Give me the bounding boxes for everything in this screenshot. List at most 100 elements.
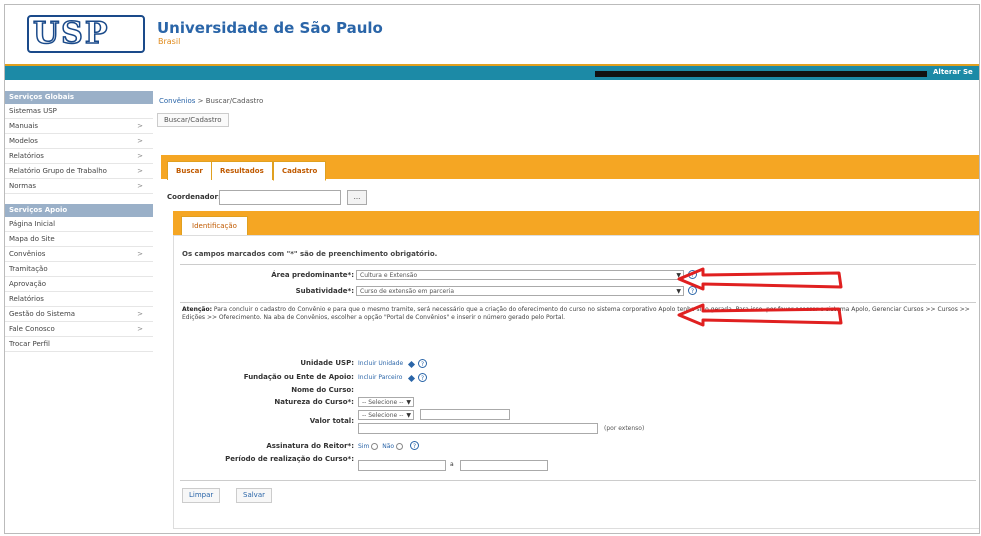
tab-buscar[interactable]: Buscar bbox=[167, 161, 212, 180]
red-arrow-shape bbox=[677, 267, 843, 291]
sidebar-item[interactable]: Normas > bbox=[5, 179, 153, 194]
salvar-button[interactable]: Salvar bbox=[236, 488, 272, 503]
sim-radio[interactable] bbox=[371, 443, 379, 450]
sidebar-item-label: Manuais bbox=[9, 122, 39, 130]
coordenador-label: Coordenador: bbox=[167, 193, 221, 201]
sidebar-item[interactable]: Sistemas USP bbox=[5, 104, 153, 119]
sidebar-item-label: Relatórios bbox=[9, 152, 44, 160]
sidebar-item[interactable]: Página Inicial bbox=[5, 217, 153, 232]
browser-frame: USP Universidade de São Paulo Brasil Alt… bbox=[4, 4, 980, 534]
sidebar: Serviços Globais Sistemas USP Manuais > Mod… bbox=[5, 91, 153, 352]
red-arrow-annotation bbox=[677, 267, 843, 291]
divider bbox=[180, 480, 976, 481]
redacted-bar bbox=[595, 71, 927, 77]
sidebar-item-label: Relatório Grupo de Trabalho bbox=[9, 167, 107, 175]
tab-bar: Buscar Resultados Cadastro bbox=[161, 155, 979, 181]
subatividade-select[interactable]: Curso de extensão em parceria ▼ bbox=[356, 286, 684, 296]
sidebar-section-header: Serviços Apoio bbox=[5, 204, 153, 217]
chevron-right-icon: > bbox=[137, 310, 143, 318]
attention-text: Para concluir o cadastro do Convênio e p… bbox=[182, 306, 970, 321]
sidebar-item[interactable]: Gestão do Sistema > bbox=[5, 307, 153, 322]
sidebar-item-label: Relatórios bbox=[9, 295, 44, 303]
sidebar-item[interactable]: Manuais > bbox=[5, 119, 153, 134]
valor-extenso-hint: (por extenso) bbox=[604, 425, 645, 432]
area-predominante-value: Cultura e Extensão bbox=[360, 272, 418, 279]
limpar-button[interactable]: Limpar bbox=[182, 488, 221, 503]
periodo-separator: a bbox=[450, 461, 454, 468]
sidebar-item-label: Modelos bbox=[9, 137, 38, 145]
periodo-inicio-input[interactable] bbox=[358, 460, 446, 471]
incluir-parceiro-link[interactable]: Incluir Parceiro bbox=[358, 374, 402, 381]
divider bbox=[180, 264, 976, 265]
alterar-link[interactable]: Alterar Se bbox=[933, 68, 973, 76]
sidebar-item[interactable]: Fale Conosco > bbox=[5, 322, 153, 337]
divider bbox=[180, 302, 976, 303]
sidebar-item-label: Página Inicial bbox=[9, 220, 56, 228]
sidebar-item-label: Convênios bbox=[9, 250, 46, 258]
nome-curso-label: Nome do Curso: bbox=[291, 386, 354, 394]
red-arrow-shape bbox=[677, 303, 843, 327]
sidebar-item[interactable]: Relatórios > bbox=[5, 149, 153, 164]
nao-label: Não bbox=[382, 443, 395, 450]
breadcrumb: Convênios > Buscar/Cadastro bbox=[159, 97, 263, 105]
nao-radio[interactable] bbox=[396, 443, 404, 450]
chevron-right-icon: > bbox=[137, 182, 143, 190]
valor-total-label: Valor total: bbox=[309, 417, 354, 425]
sidebar-item-label: Mapa do Site bbox=[9, 235, 55, 243]
add-icon[interactable] bbox=[407, 360, 416, 369]
tab-cadastro[interactable]: Cadastro bbox=[273, 161, 327, 181]
breadcrumb-current: Buscar/Cadastro bbox=[205, 97, 264, 105]
tab-identificacao[interactable]: Identificação bbox=[181, 216, 248, 236]
periodo-fim-input[interactable] bbox=[460, 460, 548, 471]
chevron-right-icon: > bbox=[137, 137, 143, 145]
incluir-unidade-link[interactable]: Incluir Unidade bbox=[358, 360, 403, 367]
sidebar-item-label: Normas bbox=[9, 182, 37, 190]
breadcrumb-separator: > bbox=[195, 97, 206, 105]
coordenador-input[interactable] bbox=[219, 190, 341, 205]
buscar-cadastro-button[interactable]: Buscar/Cadastro bbox=[157, 113, 229, 127]
sidebar-item[interactable]: Tramitação bbox=[5, 262, 153, 277]
sidebar-item[interactable]: Mapa do Site bbox=[5, 232, 153, 247]
fundacao-label: Fundação ou Ente de Apoio: bbox=[243, 373, 354, 381]
sidebar-item-label: Fale Conosco bbox=[9, 325, 55, 333]
breadcrumb-root[interactable]: Convênios bbox=[159, 97, 195, 105]
sidebar-item[interactable]: Modelos > bbox=[5, 134, 153, 149]
sidebar-item[interactable]: Convênios > bbox=[5, 247, 153, 262]
valor-input[interactable] bbox=[420, 409, 510, 420]
sidebar-item-label: Gestão do Sistema bbox=[9, 310, 76, 318]
assinatura-reitor-label: Assinatura do Reitor*: bbox=[266, 442, 354, 450]
red-arrow-annotation bbox=[677, 303, 843, 327]
natureza-curso-label: Natureza do Curso*: bbox=[274, 398, 354, 406]
help-icon[interactable]: ? bbox=[418, 359, 427, 368]
natureza-curso-value: -- Selecione -- bbox=[362, 399, 404, 406]
natureza-curso-select[interactable]: -- Selecione -- ▼ bbox=[358, 397, 414, 407]
coordenador-search-button[interactable]: ... bbox=[347, 190, 367, 205]
add-icon[interactable] bbox=[407, 374, 416, 383]
help-icon[interactable]: ? bbox=[418, 373, 427, 382]
university-subtitle: Brasil bbox=[158, 37, 181, 46]
valor-moeda-value: -- Selecione -- bbox=[362, 412, 404, 419]
dropdown-arrow-icon: ▼ bbox=[406, 399, 411, 406]
usp-logo[interactable]: USP bbox=[27, 15, 145, 53]
sidebar-section-header: Serviços Globais bbox=[5, 91, 153, 104]
chevron-right-icon: > bbox=[137, 152, 143, 160]
tab-resultados[interactable]: Resultados bbox=[211, 161, 273, 180]
chevron-right-icon: > bbox=[137, 325, 143, 333]
sidebar-item[interactable]: Trocar Perfil bbox=[5, 337, 153, 352]
salvar-label: Salvar bbox=[243, 491, 265, 499]
periodo-label: Período de realização do Curso*: bbox=[225, 455, 354, 463]
sidebar-item-label: Aprovação bbox=[9, 280, 47, 288]
sidebar-item-label: Trocar Perfil bbox=[9, 340, 51, 348]
area-predominante-select[interactable]: Cultura e Extensão ▼ bbox=[356, 270, 684, 280]
valor-moeda-select[interactable]: -- Selecione -- ▼ bbox=[358, 410, 414, 420]
attention-title: Atenção: bbox=[182, 306, 212, 313]
help-icon[interactable]: ? bbox=[410, 441, 419, 450]
sidebar-item-label: Tramitação bbox=[9, 265, 48, 273]
site-header: USP Universidade de São Paulo Brasil bbox=[5, 5, 979, 63]
sidebar-item[interactable]: Aprovação bbox=[5, 277, 153, 292]
university-title: Universidade de São Paulo bbox=[157, 19, 383, 37]
sidebar-item[interactable]: Relatórios bbox=[5, 292, 153, 307]
sidebar-item[interactable]: Relatório Grupo de Trabalho > bbox=[5, 164, 153, 179]
attention-note: Atenção: Para concluir o cadastro do Con… bbox=[182, 306, 972, 322]
valor-extenso-input[interactable] bbox=[358, 423, 598, 434]
